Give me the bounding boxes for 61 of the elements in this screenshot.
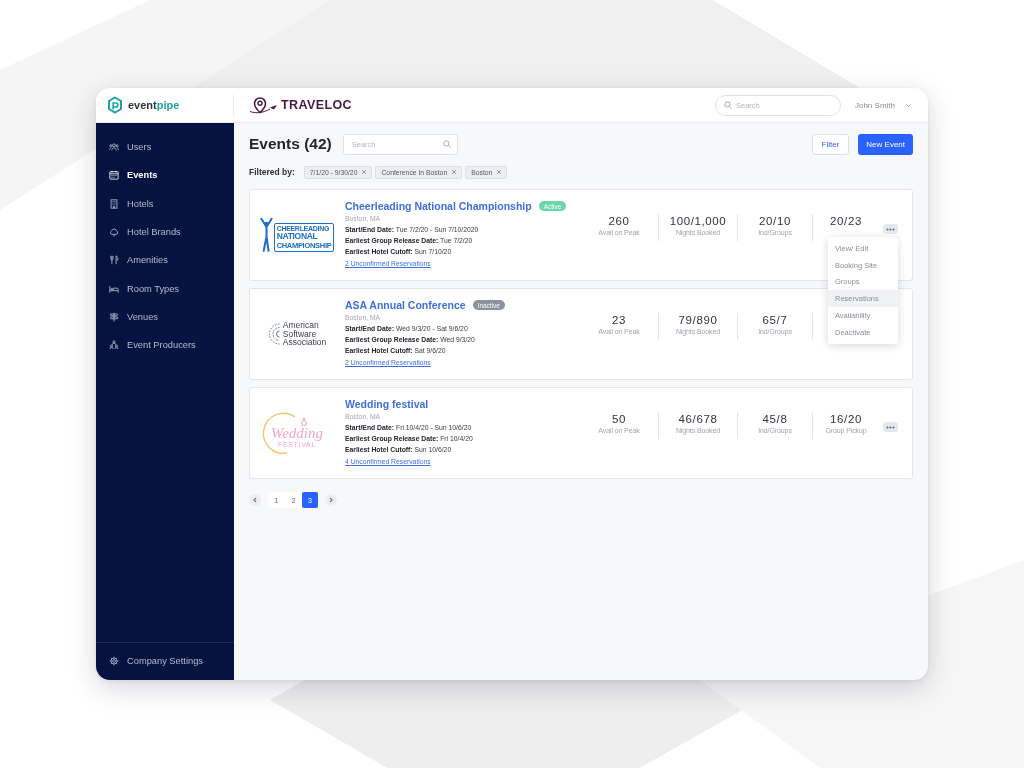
close-icon[interactable] (496, 169, 503, 175)
arcs-icon (267, 322, 280, 346)
chevron-right-icon (328, 497, 334, 503)
logo-text: Wedding (271, 426, 323, 441)
stat-value: 79/890 (678, 313, 718, 327)
signpost-icon (109, 311, 119, 322)
logo-text: NATIONAL (276, 232, 318, 242)
more-button[interactable] (883, 422, 898, 432)
stat-value: 20/23 (830, 214, 862, 228)
logo-text: American Software Association (282, 321, 327, 347)
stat-value: 65/7 (762, 313, 788, 327)
event-title[interactable]: Cheerleading National Championship (345, 200, 532, 212)
chevron-left-icon (252, 497, 258, 503)
new-event-button[interactable]: New Event (858, 133, 913, 155)
cheerleader-icon (259, 216, 273, 254)
user-menu[interactable]: John Smith (854, 100, 912, 110)
stat-value: 20/10 (759, 214, 791, 228)
app-logo-text: eventpipe (128, 99, 180, 111)
stat-value: 16/20 (830, 412, 862, 426)
hexagon-logo-icon (107, 96, 123, 114)
bed-icon (109, 283, 119, 294)
filter-button[interactable]: Filter (811, 133, 850, 155)
stat-value: 260 (608, 214, 630, 228)
search-icon (442, 140, 451, 148)
more-button[interactable] (883, 224, 898, 234)
ring-icon (300, 417, 308, 426)
next-page-button[interactable] (325, 494, 337, 506)
calendar-icon (109, 170, 119, 181)
event-title[interactable]: Wedding festival (345, 398, 429, 410)
chevron-down-icon (905, 101, 912, 109)
stat-value: 100/1,000 (669, 214, 727, 228)
gear-icon (109, 656, 119, 667)
close-icon[interactable] (451, 169, 458, 175)
settings-link[interactable]: Company Settings (96, 647, 234, 676)
stat-value: 23 (612, 313, 626, 327)
ellipsis-icon (886, 227, 895, 231)
sidebar-item[interactable]: Events (96, 161, 234, 190)
sidebar-item[interactable]: Event Producers (96, 331, 234, 360)
stat-value: 50 (612, 412, 626, 426)
utensils-icon (109, 255, 119, 266)
client-logo-text: TRAVELOC (281, 98, 353, 112)
map-pin-icon (249, 96, 279, 114)
sidebar-item[interactable]: Amenities (96, 246, 234, 275)
previous-page-button[interactable] (249, 494, 261, 506)
people-group-icon (109, 340, 119, 351)
sidebar-item[interactable]: Venues (96, 302, 234, 332)
search-icon (723, 101, 732, 109)
sidebar-item[interactable]: Room Types (96, 274, 234, 303)
stat-value: 45/8 (762, 412, 788, 426)
users-icon (109, 142, 119, 153)
sidebar-item[interactable]: Hotels (96, 189, 234, 218)
filter-label: Filtered by: (249, 167, 295, 177)
close-icon[interactable] (361, 169, 368, 175)
event-title[interactable]: ASA Annual Conference (345, 299, 466, 311)
sidebar-item[interactable]: Users (96, 133, 234, 162)
ellipsis-icon (886, 425, 895, 429)
tree-icon (109, 227, 119, 238)
building-icon (109, 198, 119, 209)
page-title: Events (42) (249, 135, 332, 153)
sidebar-item[interactable]: Hotel Brands (96, 217, 234, 247)
stat-value: 46/678 (678, 412, 718, 426)
